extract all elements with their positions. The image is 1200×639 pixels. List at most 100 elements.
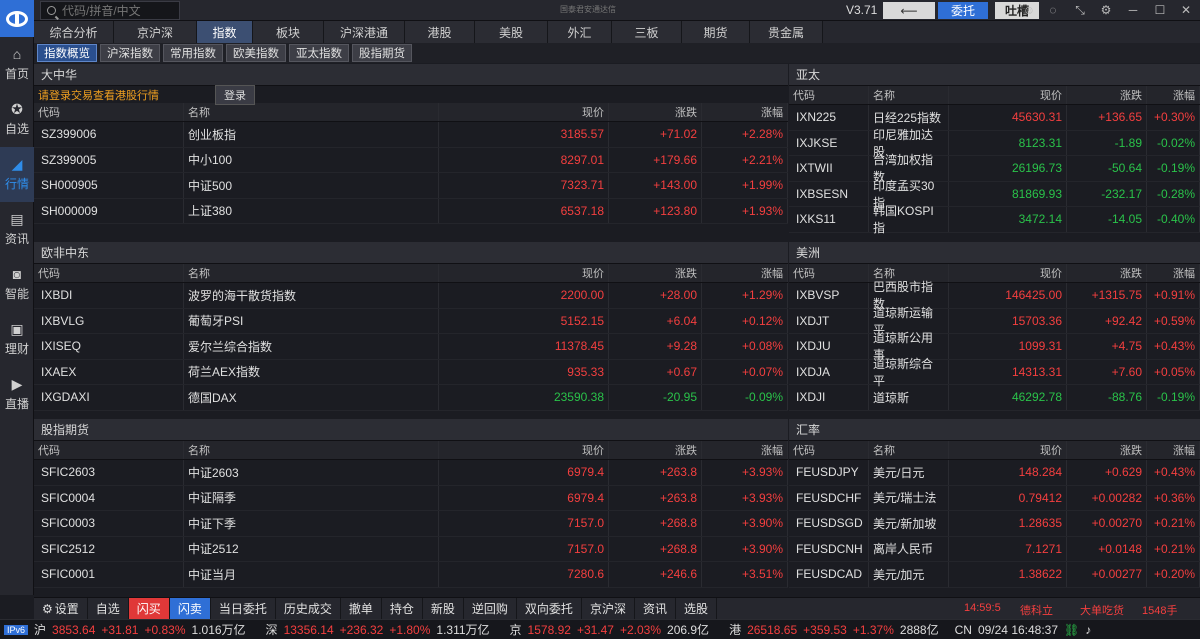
user-icon[interactable]: ☺ bbox=[1021, 3, 1037, 18]
table-row[interactable]: SFIC2603 中证2603 6979.4 +263.8 +3.93% bbox=[34, 460, 788, 486]
tab-9[interactable]: 期货 bbox=[682, 21, 750, 43]
subtab-2[interactable]: 常用指数 bbox=[163, 44, 223, 62]
table-row[interactable]: IXAEX 荷兰AEX指数 935.33 +0.67 +0.07% bbox=[34, 359, 788, 385]
header-code[interactable]: 代码 bbox=[789, 441, 869, 459]
toolbar-button-1[interactable]: 自选 bbox=[88, 597, 129, 620]
gear-icon[interactable]: ⚙ bbox=[1098, 3, 1114, 18]
header-price[interactable]: 现价 bbox=[949, 441, 1067, 459]
maximize-icon[interactable]: ☐ bbox=[1152, 3, 1168, 18]
table-row[interactable]: FEUSDCHF 美元/瑞士法 0.79412 +0.00282 +0.36% bbox=[789, 485, 1200, 511]
toolbar-button-0[interactable]: ⚙ 设置 bbox=[34, 597, 88, 620]
toolbar-button-4[interactable]: 当日委托 bbox=[211, 597, 276, 620]
toolbar-button-5[interactable]: 历史成交 bbox=[276, 597, 341, 620]
table-row[interactable]: SH000905 中证500 7323.71 +143.00 +1.99% bbox=[34, 173, 788, 199]
sidebar-item-3[interactable]: ▤ 资讯 bbox=[0, 202, 34, 257]
tab-2[interactable]: 指数 bbox=[197, 21, 253, 43]
minimize-icon[interactable]: ─ bbox=[1125, 3, 1141, 18]
header-price[interactable]: 现价 bbox=[949, 86, 1067, 104]
search-box[interactable] bbox=[40, 1, 180, 20]
tab-4[interactable]: 沪深港通 bbox=[324, 21, 405, 43]
header-change[interactable]: 涨跌 bbox=[609, 441, 702, 459]
tab-5[interactable]: 港股 bbox=[405, 21, 475, 43]
table-row[interactable]: IXBVLG 葡萄牙PSI 5152.15 +6.04 +0.12% bbox=[34, 308, 788, 334]
subtab-1[interactable]: 沪深指数 bbox=[100, 44, 160, 62]
sidebar-item-2[interactable]: ◢ 行情 bbox=[0, 147, 34, 202]
header-name[interactable]: 名称 bbox=[184, 103, 439, 121]
table-row[interactable]: IXDJA 道琼斯综合平 14313.31 +7.60 +0.05% bbox=[789, 357, 1200, 388]
table-row[interactable]: FEUSDJPY 美元/日元 148.284 +0.629 +0.43% bbox=[789, 460, 1200, 486]
toolbar-button-7[interactable]: 持仓 bbox=[382, 597, 423, 620]
table-row[interactable]: FEUSDCNH 离岸人民币 7.1271 +0.0148 +0.21% bbox=[789, 536, 1200, 562]
toolbar-button-10[interactable]: 双向委托 bbox=[517, 597, 582, 620]
tab-0[interactable]: 综合分析 bbox=[34, 21, 114, 43]
table-row[interactable]: SFIC0001 中证当月 7280.6 +246.6 +3.51% bbox=[34, 562, 788, 588]
header-code[interactable]: 代码 bbox=[789, 264, 869, 282]
table-row[interactable]: IXKS11 韩国KOSPI指 3472.14 -14.05 -0.40% bbox=[789, 204, 1200, 235]
tab-8[interactable]: 三板 bbox=[612, 21, 682, 43]
table-row[interactable]: IXJKSE 印尼雅加达股 8123.31 -1.89 -0.02% bbox=[789, 128, 1200, 159]
toolbar-button-6[interactable]: 撤单 bbox=[341, 597, 382, 620]
table-row[interactable]: IXDJI 道琼斯 46292.78 -88.76 -0.19% bbox=[789, 385, 1200, 411]
table-row[interactable]: FEUSDCAD 美元/加元 1.38622 +0.00277 +0.20% bbox=[789, 562, 1200, 588]
table-row[interactable]: IXBDI 波罗的海干散货指数 2200.00 +28.00 +1.29% bbox=[34, 283, 788, 309]
header-pct[interactable]: 涨幅 bbox=[1147, 441, 1200, 459]
tab-1[interactable]: 京沪深 bbox=[114, 21, 197, 43]
header-name[interactable]: 名称 bbox=[869, 86, 949, 104]
table-row[interactable]: FEUSDSGD 美元/新加坡 1.28635 +0.00270 +0.21% bbox=[789, 511, 1200, 537]
table-row[interactable]: SFIC2512 中证2512 7157.0 +268.8 +3.90% bbox=[34, 536, 788, 562]
table-row[interactable]: IXTWII 台湾加权指数 26196.73 -50.64 -0.19% bbox=[789, 153, 1200, 184]
subtab-0[interactable]: 指数概览 bbox=[37, 44, 97, 62]
header-code[interactable]: 代码 bbox=[34, 103, 184, 121]
sidebar-item-6[interactable]: ▶ 直播 bbox=[0, 367, 34, 422]
toolbar-button-8[interactable]: 新股 bbox=[423, 597, 464, 620]
header-name[interactable]: 名称 bbox=[184, 264, 439, 282]
header-change[interactable]: 涨跌 bbox=[1067, 441, 1147, 459]
subtab-3[interactable]: 欧美指数 bbox=[226, 44, 286, 62]
login-button[interactable]: 登录 bbox=[215, 84, 255, 105]
table-row[interactable]: SFIC0004 中证隔季 6979.4 +263.8 +3.93% bbox=[34, 485, 788, 511]
header-price[interactable]: 现价 bbox=[439, 264, 609, 282]
sidebar-item-4[interactable]: ◙ 智能 bbox=[0, 257, 34, 312]
table-row[interactable]: SH000009 上证380 6537.18 +123.80 +1.93% bbox=[34, 198, 788, 224]
toolbar-button-11[interactable]: 京沪深 bbox=[582, 597, 635, 620]
toolbar-button-13[interactable]: 选股 bbox=[676, 597, 717, 620]
tab-7[interactable]: 外汇 bbox=[548, 21, 612, 43]
header-change[interactable]: 涨跌 bbox=[609, 264, 702, 282]
header-change[interactable]: 涨跌 bbox=[609, 103, 702, 121]
table-row[interactable]: SZ399005 中小100 8297.01 +179.66 +2.21% bbox=[34, 147, 788, 173]
back-button[interactable]: ⟵ bbox=[883, 2, 935, 19]
header-name[interactable]: 名称 bbox=[869, 441, 949, 459]
toolbar-button-2[interactable]: 闪买 bbox=[128, 597, 170, 620]
alert-bell-icon[interactable]: ♪ bbox=[1085, 623, 1091, 637]
entrust-button[interactable]: 委托 bbox=[938, 2, 988, 19]
sidebar-item-5[interactable]: ▣ 理财 bbox=[0, 312, 34, 367]
table-row[interactable]: IXBSESN 印度孟买30指 81869.93 -232.17 -0.28% bbox=[789, 179, 1200, 210]
header-change[interactable]: 涨跌 bbox=[1067, 86, 1147, 104]
table-row[interactable]: SZ399006 创业板指 3185.57 +71.02 +2.28% bbox=[34, 122, 788, 148]
header-pct[interactable]: 涨幅 bbox=[702, 264, 788, 282]
toolbar-button-3[interactable]: 闪卖 bbox=[169, 597, 211, 620]
subtab-4[interactable]: 亚太指数 bbox=[289, 44, 349, 62]
header-code[interactable]: 代码 bbox=[789, 86, 869, 104]
table-row[interactable]: SFIC0003 中证下季 7157.0 +268.8 +3.90% bbox=[34, 511, 788, 537]
tab-6[interactable]: 美股 bbox=[475, 21, 548, 43]
header-name[interactable]: 名称 bbox=[184, 441, 439, 459]
header-pct[interactable]: 涨幅 bbox=[1147, 86, 1200, 104]
tab-3[interactable]: 板块 bbox=[253, 21, 324, 43]
subtab-5[interactable]: 股指期货 bbox=[352, 44, 412, 62]
table-row[interactable]: IXN225 日经225指数 45630.31 +136.65 +0.30% bbox=[789, 105, 1200, 131]
shrink-icon[interactable]: ⤡ bbox=[1072, 3, 1088, 18]
toolbar-button-9[interactable]: 逆回购 bbox=[464, 597, 517, 620]
sidebar-item-1[interactable]: ✪ 自选 bbox=[0, 92, 34, 147]
table-row[interactable]: IXGDAXI 德国DAX 23590.38 -20.95 -0.09% bbox=[34, 385, 788, 411]
table-row[interactable]: IXBVSP 巴西股市指数 146425.00 +1315.75 +0.91% bbox=[789, 280, 1200, 311]
table-row[interactable]: IXISEQ 爱尔兰综合指数 11378.45 +9.28 +0.08% bbox=[34, 334, 788, 360]
header-code[interactable]: 代码 bbox=[34, 441, 184, 459]
header-price[interactable]: 现价 bbox=[949, 264, 1067, 282]
alert-stock[interactable]: 德科立 bbox=[1020, 602, 1053, 618]
table-row[interactable]: IXDJT 道琼斯运输平 15703.36 +92.42 +0.59% bbox=[789, 306, 1200, 337]
header-change[interactable]: 涨跌 bbox=[1067, 264, 1147, 282]
sidebar-item-0[interactable]: ⌂ 首页 bbox=[0, 37, 34, 92]
header-price[interactable]: 现价 bbox=[439, 441, 609, 459]
chat-icon[interactable]: ◌ bbox=[1045, 3, 1061, 18]
